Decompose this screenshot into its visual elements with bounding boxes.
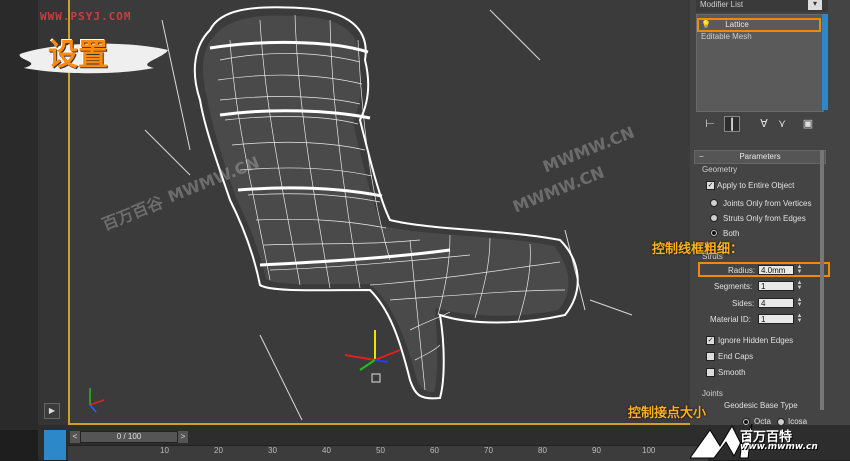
- panel-scrollbar[interactable]: [820, 150, 824, 410]
- bulb-icon[interactable]: 💡: [701, 20, 711, 29]
- parameters-rollout[interactable]: − Parameters: [694, 150, 826, 164]
- mini-listener-button[interactable]: [44, 430, 66, 460]
- segments-input[interactable]: 1: [758, 281, 794, 291]
- tick-label: 50: [376, 446, 385, 455]
- stack-toolbar: ⊢ ┃ ∀ ⋎ ▣: [696, 116, 822, 134]
- track-bar[interactable]: 10 20 30 40 50 60 70 80 90 100: [68, 445, 708, 461]
- joints-only-radio[interactable]: [710, 199, 718, 207]
- tick-label: 80: [538, 446, 547, 455]
- tick-label: 60: [430, 446, 439, 455]
- axis-tripod: [89, 388, 105, 413]
- make-unique-icon[interactable]: ∀: [756, 116, 772, 132]
- configure-sets-icon[interactable]: ▣: [800, 116, 816, 132]
- segments-label: Segments:: [714, 282, 753, 291]
- stack-scrollbar[interactable]: [822, 14, 828, 110]
- pin-stack-icon[interactable]: ⊢: [702, 116, 718, 132]
- stack-item-label: Lattice: [725, 20, 749, 29]
- tick-label: 100: [642, 446, 656, 455]
- struts-only-radio[interactable]: [710, 214, 718, 222]
- joints-only-label: Joints Only from Vertices: [723, 199, 812, 208]
- end-caps-checkbox[interactable]: [706, 352, 715, 361]
- group-geometry: Geometry: [702, 165, 738, 174]
- group-joints: Joints: [702, 389, 723, 398]
- sides-label: Sides:: [732, 299, 755, 308]
- prev-frame-icon[interactable]: <: [70, 431, 80, 443]
- radius-annotation: 控制线框粗细：: [652, 242, 744, 257]
- ignore-hidden-checkbox[interactable]: ✓: [706, 336, 715, 345]
- tick-label: 40: [322, 446, 331, 455]
- material-id-spinner[interactable]: ▲ ▼: [796, 313, 803, 324]
- apply-entire-checkbox[interactable]: ✓: [706, 181, 715, 190]
- tick-label: 20: [214, 446, 223, 455]
- command-panel: Modifier List ▾ 💡 Lattice Editable Mesh …: [690, 0, 850, 426]
- smooth-label: Smooth: [718, 368, 746, 377]
- top-watermark: WWW.PSYJ.COM: [40, 10, 132, 23]
- collapse-icon: −: [699, 152, 704, 161]
- tick-label: 70: [484, 446, 493, 455]
- tick-label: 90: [592, 446, 601, 455]
- sides-input[interactable]: 4: [758, 298, 794, 308]
- geodesic-label: Geodesic Base Type: [724, 401, 798, 410]
- title-badge: 设置: [48, 38, 108, 73]
- time-slider[interactable]: 0 / 100: [80, 431, 178, 443]
- brand-logo-url: www.mwmw.cn: [740, 442, 818, 452]
- both-radio[interactable]: [710, 229, 718, 237]
- ignore-hidden-label: Ignore Hidden Edges: [718, 336, 794, 345]
- apply-entire-label: Apply to Entire Object: [717, 181, 795, 190]
- show-end-result-icon[interactable]: ┃: [724, 116, 740, 132]
- tick-label: 10: [160, 446, 169, 455]
- stack-item-editable-mesh[interactable]: Editable Mesh: [701, 30, 752, 44]
- remove-modifier-icon[interactable]: ⋎: [774, 116, 790, 132]
- rollout-title: Parameters: [739, 152, 781, 161]
- modifier-stack[interactable]: 💡 Lattice Editable Mesh: [696, 14, 824, 112]
- stack-item-label: Editable Mesh: [701, 32, 752, 41]
- material-id-label: Material ID:: [710, 315, 751, 324]
- smooth-checkbox[interactable]: [706, 368, 715, 377]
- transform-gizmo[interactable]: [344, 330, 401, 383]
- radius-highlight: [698, 262, 830, 277]
- sides-spinner[interactable]: ▲ ▼: [796, 297, 803, 308]
- chevron-down-icon[interactable]: ▾: [808, 0, 822, 10]
- material-id-input[interactable]: 1: [758, 314, 794, 324]
- expand-icon[interactable]: ▶: [44, 403, 60, 419]
- next-frame-icon[interactable]: >: [178, 431, 188, 443]
- tick-label: 30: [268, 446, 277, 455]
- struts-only-label: Struts Only from Edges: [723, 214, 806, 223]
- both-label: Both: [723, 229, 740, 238]
- end-caps-label: End Caps: [718, 352, 754, 361]
- segments-spinner[interactable]: ▲ ▼: [796, 280, 803, 291]
